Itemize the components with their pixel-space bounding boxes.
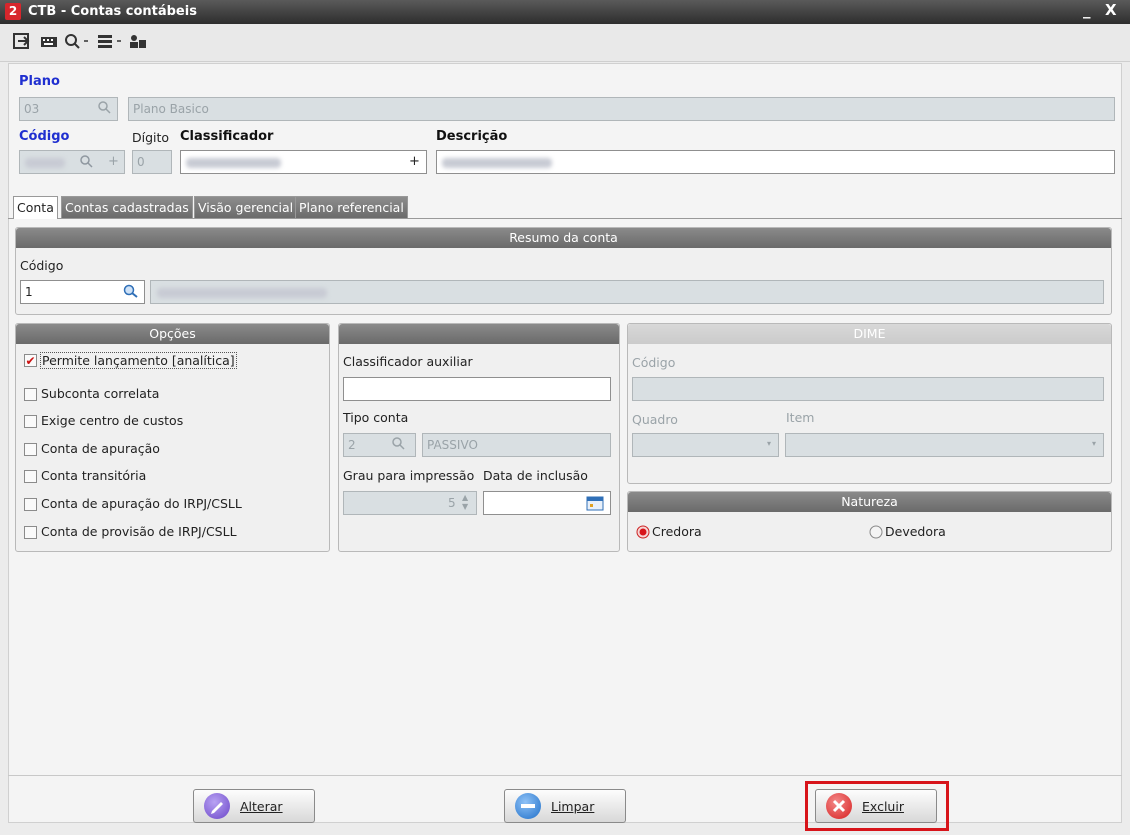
- classificador-auxiliar-label: Classificador auxiliar: [343, 354, 473, 369]
- radio-label: Devedora: [885, 524, 946, 539]
- digito-label: Dígito: [132, 130, 170, 145]
- plano-label: Plano: [19, 74, 60, 89]
- keyboard-icon[interactable]: [40, 33, 60, 49]
- digito-field: 0: [132, 150, 172, 174]
- minimize-button[interactable]: _: [1083, 1, 1091, 19]
- tipo-conta-code: 2: [348, 438, 356, 452]
- edit-icon: [204, 793, 230, 819]
- close-button[interactable]: X: [1105, 1, 1117, 19]
- descricao-field[interactable]: [436, 150, 1115, 174]
- plano-name-value: Plano Basico: [133, 102, 209, 116]
- window-title: CTB - Contas contábeis: [28, 4, 197, 19]
- plano-name-field: Plano Basico: [128, 97, 1115, 121]
- minus-icon: [515, 793, 541, 819]
- checkbox-label: Exige centro de custos: [41, 413, 184, 428]
- middle-panel-header: [339, 324, 619, 344]
- natureza-title: Natureza: [628, 492, 1111, 512]
- tab-plano-referencial[interactable]: Plano referencial: [295, 196, 408, 218]
- alterar-button[interactable]: Alterar: [193, 789, 315, 823]
- checkbox-label: Conta de provisão de IRPJ/CSLL: [41, 524, 237, 539]
- list-icon[interactable]: [97, 33, 127, 49]
- codigo-field[interactable]: +: [19, 150, 125, 174]
- footer-divider: [8, 775, 1122, 776]
- digito-value: 0: [137, 155, 145, 169]
- add-icon[interactable]: +: [108, 154, 119, 169]
- limpar-label: Limpar: [551, 799, 595, 814]
- checkbox-label: Conta de apuração do IRPJ/CSLL: [41, 496, 242, 511]
- calendar-icon[interactable]: [586, 496, 604, 514]
- checkbox-label: Permite lançamento [analítica]: [40, 352, 237, 369]
- checkbox-label: Conta de apuração: [41, 441, 160, 456]
- checkbox[interactable]: [24, 526, 37, 539]
- resumo-codigo-value: 1: [25, 285, 33, 299]
- chevron-down-icon: ▾: [767, 439, 772, 448]
- grau-impressao-value: 5: [448, 496, 456, 510]
- grau-impressao-stepper[interactable]: 5 ▲ ▼: [343, 491, 477, 515]
- checkbox[interactable]: [24, 498, 37, 511]
- title-bar: 2 CTB - Contas contábeis _ X: [0, 0, 1130, 24]
- classificador-label: Classificador: [180, 129, 274, 144]
- data-inclusao-field[interactable]: [483, 491, 611, 515]
- users-icon[interactable]: [128, 33, 148, 49]
- grau-impressao-label: Grau para impressão: [343, 468, 475, 483]
- descricao-label: Descrição: [436, 129, 508, 144]
- classificador-field[interactable]: +: [180, 150, 427, 174]
- tab-contas-cadastradas[interactable]: Contas cadastradas: [61, 196, 193, 218]
- tab-visao-gerencial[interactable]: Visão gerencial: [194, 196, 298, 218]
- stepper-arrows-icon[interactable]: ▲ ▼: [462, 493, 468, 511]
- app-logo: 2: [5, 3, 21, 20]
- search-icon[interactable]: [98, 101, 112, 118]
- checkbox-label: Conta transitória: [41, 468, 147, 483]
- natureza-panel: Natureza: [627, 491, 1112, 552]
- search-icon[interactable]: [392, 437, 406, 454]
- dime-quadro-label: Quadro: [632, 412, 678, 427]
- plano-code-value: 03: [24, 102, 40, 116]
- tab-conta[interactable]: Conta: [13, 196, 58, 219]
- limpar-button[interactable]: Limpar: [504, 789, 626, 823]
- search-icon[interactable]: [123, 284, 139, 302]
- classificador-auxiliar-field[interactable]: [343, 377, 611, 401]
- tipo-conta-name: PASSIVO: [427, 438, 478, 452]
- codigo-label: Código: [19, 129, 70, 144]
- tipo-conta-code-field: 2: [343, 433, 416, 457]
- dime-item-select: ▾: [785, 433, 1104, 457]
- resumo-codigo-label: Código: [20, 258, 64, 273]
- search-icon[interactable]: [64, 33, 94, 49]
- excluir-label: Excluir: [862, 799, 904, 814]
- close-icon: [826, 793, 852, 819]
- dime-item-label: Item: [786, 410, 815, 425]
- checkbox-label: Subconta correlata: [41, 386, 160, 401]
- export-icon[interactable]: [13, 33, 31, 49]
- alterar-label: Alterar: [240, 799, 283, 814]
- data-inclusao-label: Data de inclusão: [483, 468, 588, 483]
- add-icon[interactable]: +: [409, 154, 420, 169]
- dime-quadro-select: ▾: [632, 433, 779, 457]
- resumo-descricao-field: [150, 280, 1104, 304]
- tipo-conta-name-field: PASSIVO: [422, 433, 611, 457]
- resumo-title: Resumo da conta: [16, 228, 1111, 248]
- radio-icon[interactable]: [869, 525, 883, 539]
- checkbox[interactable]: [24, 415, 37, 428]
- tipo-conta-label: Tipo conta: [343, 410, 409, 425]
- checkbox[interactable]: [24, 470, 37, 483]
- checkbox[interactable]: ✔: [24, 354, 37, 367]
- dime-codigo-field: [632, 377, 1104, 401]
- radio-selected-icon[interactable]: [636, 525, 650, 539]
- tab-underline: [8, 218, 1122, 219]
- radio-label: Credora: [652, 524, 702, 539]
- dime-codigo-label: Código: [632, 355, 676, 370]
- toolbar: [0, 24, 1130, 62]
- checkbox[interactable]: [24, 388, 37, 401]
- excluir-button[interactable]: Excluir: [815, 789, 937, 823]
- search-icon[interactable]: [80, 155, 94, 172]
- plano-code-field: 03: [19, 97, 118, 121]
- opcoes-title: Opções: [16, 324, 329, 344]
- dime-panel: DIME: [627, 323, 1112, 484]
- checkbox[interactable]: [24, 443, 37, 456]
- resumo-codigo-field[interactable]: 1: [20, 280, 145, 304]
- dime-title: DIME: [628, 324, 1111, 344]
- chevron-down-icon: ▾: [1092, 439, 1097, 448]
